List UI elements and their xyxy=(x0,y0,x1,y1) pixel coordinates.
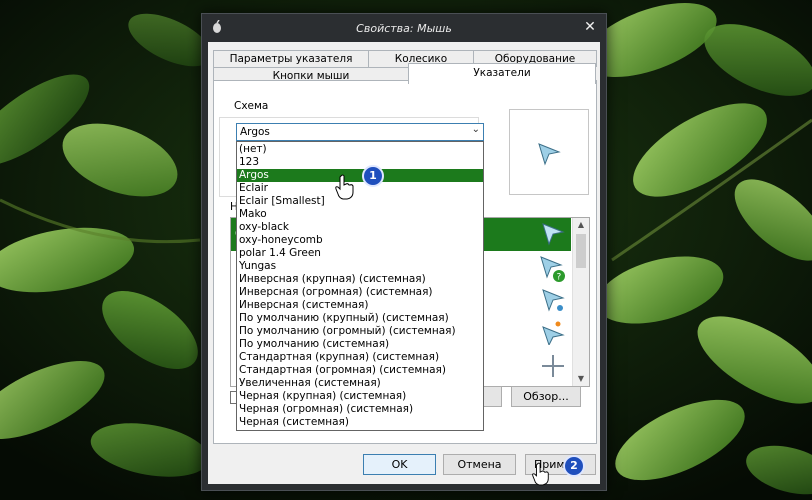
step-badge-1: 1 xyxy=(362,165,384,187)
tab-pointers[interactable]: Указатели xyxy=(408,63,596,84)
hand-cursor-icon xyxy=(335,174,354,200)
ok-button[interactable]: OK xyxy=(363,454,436,475)
scheme-option[interactable]: Eclair xyxy=(237,182,483,195)
tab-pointer-options[interactable]: Параметры указателя xyxy=(213,50,369,67)
scroll-up-icon[interactable]: ▲ xyxy=(573,218,589,232)
scheme-group-label: Схема xyxy=(232,100,271,112)
scheme-selected-value: Argos xyxy=(240,126,270,138)
scheme-option[interactable]: polar 1.4 Green xyxy=(237,247,483,260)
scheme-option[interactable]: Mako xyxy=(237,208,483,221)
scheme-option[interactable]: Стандартная (крупная) (системная) xyxy=(237,351,483,364)
scheme-option[interactable]: Yungas xyxy=(237,260,483,273)
scheme-option[interactable]: (нет) xyxy=(237,143,483,156)
help-select-icon: ? xyxy=(540,256,565,283)
scheme-option[interactable]: По умолчанию (крупный) (системная) xyxy=(237,312,483,325)
cancel-button[interactable]: Отмена xyxy=(443,454,516,475)
scheme-option[interactable]: Инверсная (системная) xyxy=(237,299,483,312)
scheme-option[interactable]: Черная (огромная) (системная) xyxy=(237,403,483,416)
scheme-option[interactable]: oxy-honeycomb xyxy=(237,234,483,247)
step-badge-2: 2 xyxy=(563,455,585,477)
scroll-down-icon[interactable]: ▼ xyxy=(573,372,589,386)
scheme-option[interactable]: Инверсная (крупная) (системная) xyxy=(237,273,483,286)
cursor-preview xyxy=(509,109,589,195)
scheme-option[interactable]: Инверсная (огромная) (системная) xyxy=(237,286,483,299)
close-button[interactable]: ✕ xyxy=(580,18,600,36)
scheme-option[interactable]: Стандартная (огромная) (системная) xyxy=(237,364,483,377)
scheme-option[interactable]: По умолчанию (системная) xyxy=(237,338,483,351)
scheme-option[interactable]: 123 xyxy=(237,156,483,169)
chevron-down-icon[interactable]: ⌄ xyxy=(472,124,480,135)
scheme-dropdown-list[interactable]: (нет) 123 Argos Eclair Eclair [Smallest] Mako… xyxy=(236,141,484,431)
window-title: Свойства: Мышь xyxy=(356,22,452,35)
arrow-pointer-icon xyxy=(538,143,561,166)
arrow-pointer-icon xyxy=(542,223,565,246)
scheme-option[interactable]: Eclair [Smallest] xyxy=(237,195,483,208)
title-bar[interactable]: Свойства: Мышь ✕ xyxy=(202,14,606,42)
scheme-option[interactable]: Argos xyxy=(237,169,483,182)
scheme-option[interactable]: Черная (системная) xyxy=(237,416,483,429)
cursor-list-scrollbar[interactable]: ▲ ▼ xyxy=(572,218,589,386)
scheme-option[interactable]: Черная (крупная) (системная) xyxy=(237,390,483,403)
scheme-combobox[interactable]: Argos ⌄ xyxy=(236,123,484,141)
precision-select-icon xyxy=(542,355,564,377)
svg-text:?: ? xyxy=(557,273,562,283)
hand-cursor-icon xyxy=(532,462,549,486)
scheme-option[interactable]: По умолчанию (огромный) (системная) xyxy=(237,325,483,338)
scheme-option[interactable]: oxy-black xyxy=(237,221,483,234)
scrollbar-thumb[interactable] xyxy=(576,234,586,268)
busy-icon xyxy=(542,321,565,345)
browse-button[interactable]: Обзор... xyxy=(511,386,581,407)
scheme-option[interactable]: Увеличенная (системная) xyxy=(237,377,483,390)
working-in-background-icon xyxy=(542,289,565,312)
